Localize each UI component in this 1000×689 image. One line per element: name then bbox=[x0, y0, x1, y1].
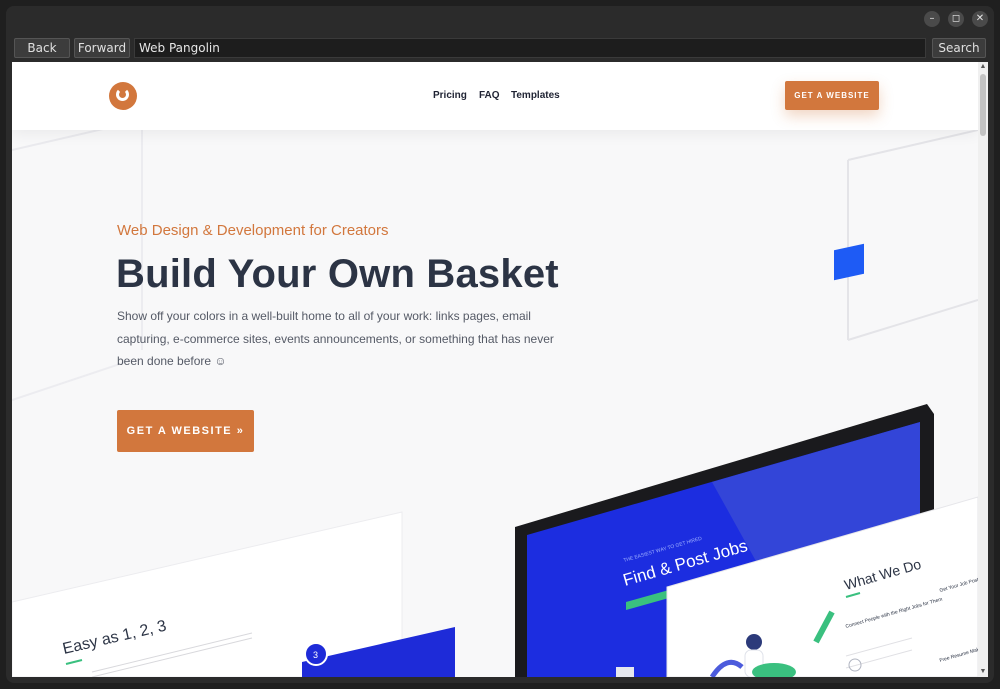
scroll-down-icon[interactable]: ▼ bbox=[978, 667, 988, 677]
hero-kicker: Web Design & Development for Creators bbox=[117, 222, 389, 239]
browser-toolbar: Back Forward Web Pangolin Search bbox=[6, 36, 994, 60]
decorative-blue-square bbox=[834, 243, 864, 281]
nav-templates[interactable]: Templates bbox=[511, 90, 560, 101]
website-mockups-illustration: Easy as 1, 2, 3 3 THE EASIEST WAY TO GET… bbox=[12, 404, 978, 677]
pangolin-logo-icon[interactable] bbox=[109, 82, 137, 110]
site-header: Pricing FAQ Templates GET A WEBSITE bbox=[12, 62, 978, 130]
step-number: 3 bbox=[313, 650, 318, 660]
scroll-up-icon[interactable]: ▲ bbox=[978, 62, 988, 72]
maximize-icon[interactable]: ◻ bbox=[948, 11, 964, 27]
minimize-icon[interactable]: – bbox=[924, 11, 940, 27]
address-bar[interactable]: Web Pangolin bbox=[134, 38, 926, 58]
header-get-website-button[interactable]: GET A WEBSITE bbox=[785, 81, 879, 110]
page-scrollbar[interactable]: ▲ ▼ bbox=[978, 62, 988, 677]
back-button[interactable]: Back bbox=[14, 38, 70, 58]
hero-title: Build Your Own Basket bbox=[116, 252, 559, 296]
close-icon[interactable]: ✕ bbox=[972, 11, 988, 27]
search-button[interactable]: Search bbox=[932, 38, 986, 58]
browser-window: – ◻ ✕ Back Forward Web Pangolin Search P… bbox=[6, 6, 994, 683]
hero-description: Show off your colors in a well-built hom… bbox=[117, 309, 554, 368]
scroll-thumb[interactable] bbox=[980, 74, 986, 136]
title-bar: – ◻ ✕ bbox=[6, 6, 994, 32]
page-viewport: Pricing FAQ Templates GET A WEBSITE Web … bbox=[12, 62, 978, 677]
nav-pricing[interactable]: Pricing bbox=[433, 90, 467, 101]
forward-button[interactable]: Forward bbox=[74, 38, 130, 58]
nav-faq[interactable]: FAQ bbox=[479, 90, 500, 101]
